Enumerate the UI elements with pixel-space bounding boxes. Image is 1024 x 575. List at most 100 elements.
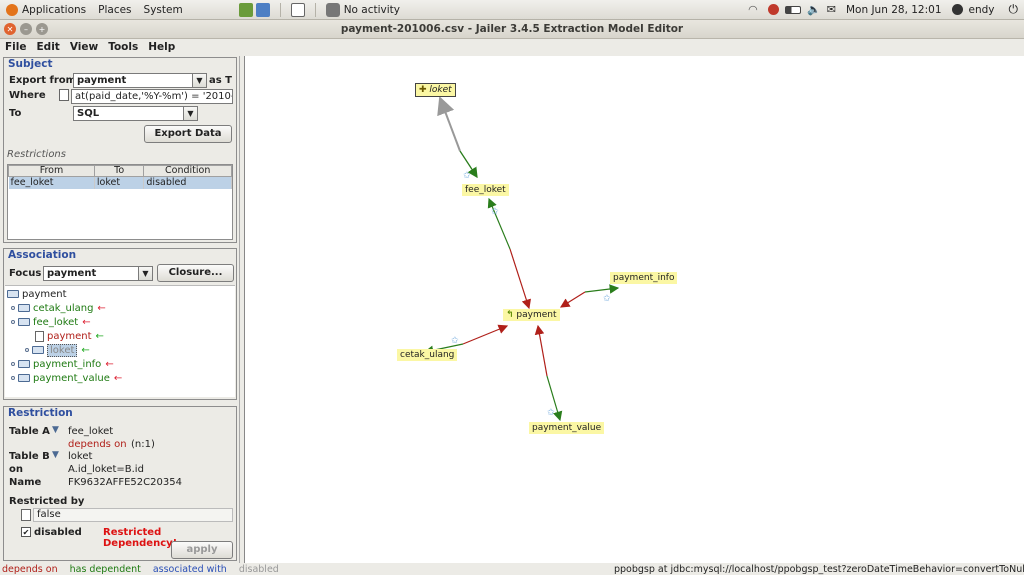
table-b-label: Table B: [9, 451, 50, 462]
tree-item-fee-loket-loket[interactable]: loket ←: [25, 344, 90, 357]
disabled-checkbox[interactable]: ✔: [21, 527, 31, 537]
tree-label: cetak_ulang: [33, 303, 94, 314]
menu-help[interactable]: Help: [143, 41, 180, 53]
node-label: payment_info: [613, 273, 675, 283]
export-data-button[interactable]: Export Data: [144, 125, 232, 143]
graph-node-loket[interactable]: ✚ loket: [415, 83, 456, 97]
restrictions-column-header[interactable]: Condition: [143, 165, 232, 177]
star-icon: ✩: [547, 408, 555, 418]
subject-title: Subject: [8, 58, 53, 70]
where-input[interactable]: at(paid_date,'%Y-%m') = '2010-06': [71, 89, 233, 104]
legend-disabled[interactable]: disabled: [237, 564, 279, 575]
tree-label: payment_info: [33, 359, 102, 370]
tree-item-fee-loket-payment[interactable]: payment ←: [35, 330, 104, 343]
ubuntu-logo-icon: [6, 3, 18, 16]
launcher-cube-icon[interactable]: [255, 2, 270, 17]
close-window-icon[interactable]: ✕: [4, 23, 16, 35]
export-from-label: Export from: [9, 75, 77, 86]
expand-handle-icon[interactable]: [25, 348, 29, 352]
restricted-by-input[interactable]: false: [33, 508, 233, 522]
apply-button[interactable]: apply: [171, 541, 233, 559]
table-a-label: Table A: [9, 426, 50, 437]
edge-payment-fee-loket[interactable]: [509, 248, 531, 310]
menu-edit[interactable]: Edit: [32, 41, 65, 53]
launcher-tools-icon[interactable]: [238, 2, 253, 17]
table-cell: loket: [94, 176, 145, 189]
plus-icon: ✚: [419, 85, 427, 95]
to-select[interactable]: SQL ▼: [73, 106, 198, 121]
chevron-down-icon[interactable]: ▼: [52, 425, 59, 435]
battery-icon[interactable]: [785, 5, 802, 14]
depends-on-label: depends on: [68, 439, 127, 450]
table-row[interactable]: fee_loket loket disabled: [8, 176, 232, 189]
restrictions-column-header[interactable]: To: [93, 165, 145, 177]
focus-select[interactable]: payment ▼: [43, 266, 153, 281]
maximize-window-icon[interactable]: +: [36, 23, 48, 35]
edge-payment-value-payment[interactable]: [534, 324, 548, 377]
menu-view[interactable]: View: [65, 41, 103, 53]
places-label: Places: [98, 3, 132, 16]
menu-tools[interactable]: Tools: [103, 41, 143, 53]
restrictions-column-header[interactable]: From: [8, 165, 95, 177]
menu-file[interactable]: File: [0, 41, 32, 53]
menu-bar: File Edit View Tools Help: [0, 39, 1024, 55]
edge-fee-loket-loket[interactable]: [437, 96, 461, 152]
legend-depends-on[interactable]: depends on: [0, 564, 58, 575]
volume-icon[interactable]: 🔈: [807, 3, 821, 16]
system-menu[interactable]: System: [138, 4, 189, 16]
mail-icon[interactable]: ✉: [827, 3, 836, 16]
wifi-icon[interactable]: ◠: [748, 3, 762, 17]
tree-item-payment-info[interactable]: payment_info ←: [11, 358, 114, 371]
edge-cetak-ulang-payment[interactable]: [462, 324, 509, 345]
show-desktop-icon[interactable]: [290, 2, 305, 17]
arrow-left-icon: ←: [97, 303, 106, 314]
legend-associated-with[interactable]: associated with: [151, 564, 227, 575]
activity-indicator[interactable]: No activity: [320, 2, 406, 17]
edge-payment-payment-info[interactable]: [584, 284, 620, 294]
name-label: Name: [9, 477, 42, 488]
expand-handle-icon[interactable]: [11, 306, 15, 310]
bug-icon[interactable]: [768, 4, 780, 15]
tree-item-fee-loket[interactable]: fee_loket ←: [11, 316, 91, 329]
export-from-value: payment: [77, 75, 127, 86]
association-section: Association Focus payment ▼ Closure... p…: [3, 248, 237, 400]
table-b-value: loket: [68, 451, 93, 462]
arrow-left-icon: ←: [82, 317, 91, 328]
graph-view[interactable]: ✩ ✩ ✩ ✩ ✩ ✚ loket fee_loket payment_info…: [244, 56, 1024, 563]
expand-handle-icon[interactable]: [11, 362, 15, 366]
legend-has-dependent[interactable]: has dependent: [68, 564, 141, 575]
collapse-handle-icon[interactable]: [11, 320, 15, 324]
export-from-select[interactable]: payment ▼: [73, 73, 207, 88]
tree-item-payment-value[interactable]: payment_value ←: [11, 372, 122, 385]
places-menu[interactable]: Places: [92, 4, 137, 16]
where-label: Where: [9, 90, 46, 101]
edit-condition-icon[interactable]: [21, 509, 31, 521]
tree-root[interactable]: payment: [7, 288, 67, 301]
expand-handle-icon[interactable]: [11, 376, 15, 380]
top-panel: Applications Places System No activity ◠…: [0, 0, 1024, 20]
applications-label: Applications: [22, 3, 87, 16]
chevron-down-icon[interactable]: ▼: [52, 450, 59, 460]
graph-node-payment-value[interactable]: payment_value: [529, 422, 605, 434]
clock[interactable]: Mon Jun 28, 12:01: [842, 4, 946, 16]
activity-icon: [325, 2, 340, 17]
restriction-title: Restriction: [8, 407, 73, 419]
graph-node-payment-info[interactable]: payment_info: [610, 272, 678, 284]
minimize-window-icon[interactable]: –: [20, 23, 32, 35]
on-value: A.id_loket=B.id: [68, 464, 144, 475]
window-titlebar: ✕ – + payment-201006.csv - Jailer 3.4.5 …: [0, 20, 1024, 39]
tree-item-cetak-ulang[interactable]: cetak_ulang ←: [11, 302, 106, 315]
graph-node-fee-loket[interactable]: fee_loket: [462, 184, 509, 196]
closure-button[interactable]: Closure...: [157, 264, 234, 282]
edge-payment-info-payment[interactable]: [559, 291, 586, 308]
table-icon: [32, 346, 44, 354]
graph-node-payment[interactable]: ↰ payment: [503, 309, 560, 321]
user-name[interactable]: endy: [969, 4, 995, 16]
power-icon[interactable]: ⏻: [1009, 2, 1019, 17]
applications-menu[interactable]: Applications: [0, 3, 92, 16]
edit-condition-icon[interactable]: [59, 89, 69, 101]
system-label: System: [143, 3, 183, 16]
table-cell: fee_loket: [8, 176, 95, 189]
document-icon: [35, 330, 44, 342]
graph-node-cetak-ulang[interactable]: cetak_ulang: [397, 349, 458, 361]
